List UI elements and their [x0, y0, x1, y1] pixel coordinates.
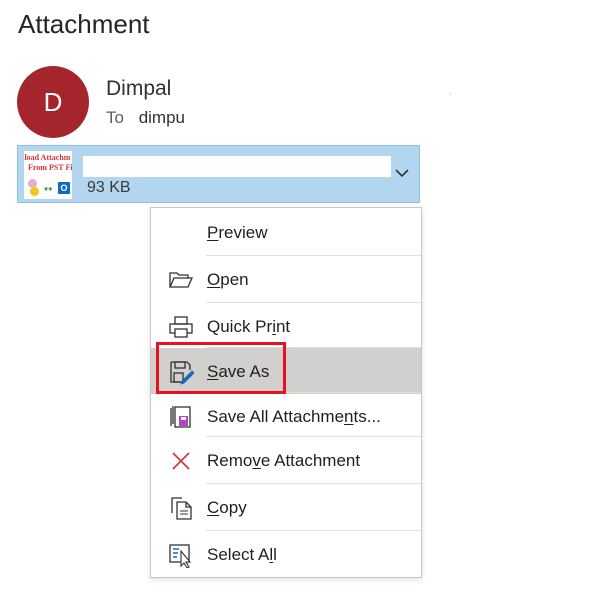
file-icon	[30, 187, 39, 196]
menu-item-label: Select All	[207, 545, 277, 564]
recipient-line: To dimpu	[106, 108, 185, 128]
select-all-icon	[169, 544, 192, 568]
to-label: To	[106, 108, 124, 127]
page-title: Attachment	[18, 9, 150, 39]
printer-icon	[169, 316, 193, 338]
menu-item-select-all[interactable]: Select All	[151, 531, 421, 577]
outlook-icon: O	[58, 182, 70, 194]
close-x-icon	[172, 452, 190, 470]
avatar: D	[17, 66, 89, 138]
attachment-card[interactable]: nload Attachm From PST File ↔ O 93 KB	[17, 145, 420, 203]
thumbnail-text-line2: From PST File	[28, 163, 72, 172]
folder-open-icon	[168, 272, 194, 288]
menu-item-save-all-attachments[interactable]: Save All Attachments...	[151, 393, 421, 439]
menu-item-label: Remove Attachment	[207, 451, 361, 470]
menu-item-label: Save All Attachments...	[207, 407, 381, 426]
menu-item-copy[interactable]: Copy	[151, 484, 421, 530]
sender-name[interactable]: Dimpal	[106, 77, 171, 101]
menu-item-label: Copy	[207, 498, 247, 517]
separator-dot	[450, 93, 451, 94]
menu-item-label: Open	[207, 270, 249, 289]
recipient-name[interactable]: dimpu	[139, 108, 185, 127]
chevron-down-icon[interactable]	[394, 167, 410, 179]
menu-item-label: Preview	[207, 223, 268, 242]
avatar-initial: D	[43, 86, 63, 117]
save-all-icon	[170, 406, 191, 428]
thumbnail-text-line1: nload Attachm	[24, 153, 71, 162]
menu-item-label: Quick Print	[207, 317, 291, 336]
menu-item-preview[interactable]: Preview	[151, 209, 421, 255]
arrow-icon: ↔	[44, 184, 53, 195]
attachment-name	[83, 156, 391, 177]
attachment-size: 93 KB	[87, 179, 131, 196]
menu-item-remove-attachment[interactable]: Remove Attachment	[151, 437, 421, 483]
save-as-highlight-box	[156, 342, 286, 394]
attachment-thumbnail: nload Attachm From PST File ↔ O	[24, 151, 72, 199]
copy-icon	[171, 497, 192, 520]
menu-item-open[interactable]: Open	[151, 256, 421, 302]
